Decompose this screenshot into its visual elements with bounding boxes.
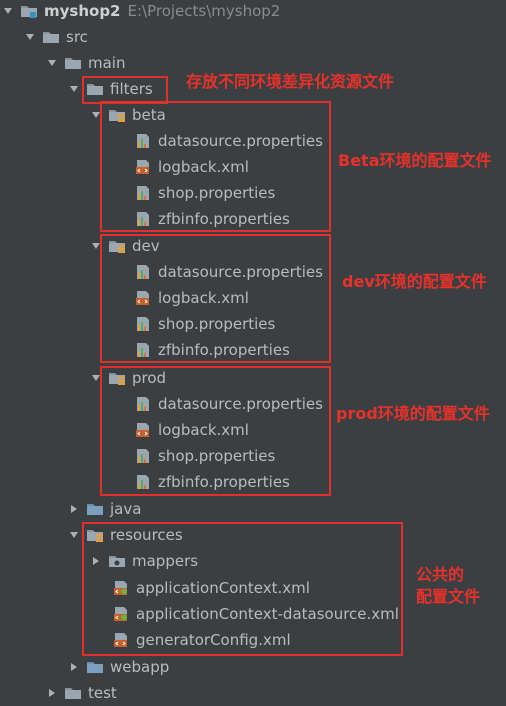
chevron-down-icon[interactable]	[2, 5, 14, 17]
highlight-box-filters	[82, 76, 168, 104]
folder-label-webapp: webapp	[110, 658, 170, 676]
highlight-box-dev	[100, 234, 331, 363]
tree-row-webapp[interactable]: webapp	[0, 654, 506, 680]
tree-row-project[interactable]: myshop2 E:\Projects\myshop2	[0, 0, 506, 24]
annotation-resources-line1: 公共的	[416, 565, 465, 584]
chevron-right-icon[interactable]	[46, 687, 58, 699]
chevron-right-icon[interactable]	[68, 661, 80, 673]
module-folder-icon	[20, 3, 38, 19]
folder-icon	[64, 55, 82, 71]
source-folder-icon	[86, 501, 104, 517]
project-path: E:\Projects\myshop2	[127, 2, 281, 20]
highlight-box-beta	[100, 101, 331, 232]
chevron-right-icon[interactable]	[68, 503, 80, 515]
annotation-dev: dev环境的配置文件	[342, 272, 487, 291]
folder-label-src: src	[66, 28, 88, 46]
chevron-down-icon[interactable]	[68, 83, 80, 95]
chevron-down-icon[interactable]	[46, 57, 58, 69]
web-folder-icon	[86, 659, 104, 675]
annotation-beta: Beta环境的配置文件	[338, 151, 492, 170]
annotation-prod: prod环境的配置文件	[336, 404, 490, 423]
annotation-resources-line2: 配置文件	[416, 587, 481, 606]
folder-label-test: test	[88, 684, 117, 702]
tree-row-src[interactable]: src	[0, 24, 506, 50]
folder-icon	[42, 29, 60, 45]
folder-label-main: main	[88, 54, 126, 72]
tree-row-test[interactable]: test	[0, 680, 506, 706]
folder-label-java: java	[110, 500, 142, 518]
highlight-box-resources	[82, 522, 403, 656]
folder-icon	[64, 685, 82, 701]
project-name: myshop2	[44, 2, 121, 20]
chevron-down-icon[interactable]	[68, 529, 80, 541]
highlight-box-prod	[100, 366, 331, 496]
annotation-filters: 存放不同环境差异化资源文件	[186, 72, 395, 91]
chevron-down-icon[interactable]	[24, 31, 36, 43]
tree-row-java[interactable]: java	[0, 496, 506, 522]
